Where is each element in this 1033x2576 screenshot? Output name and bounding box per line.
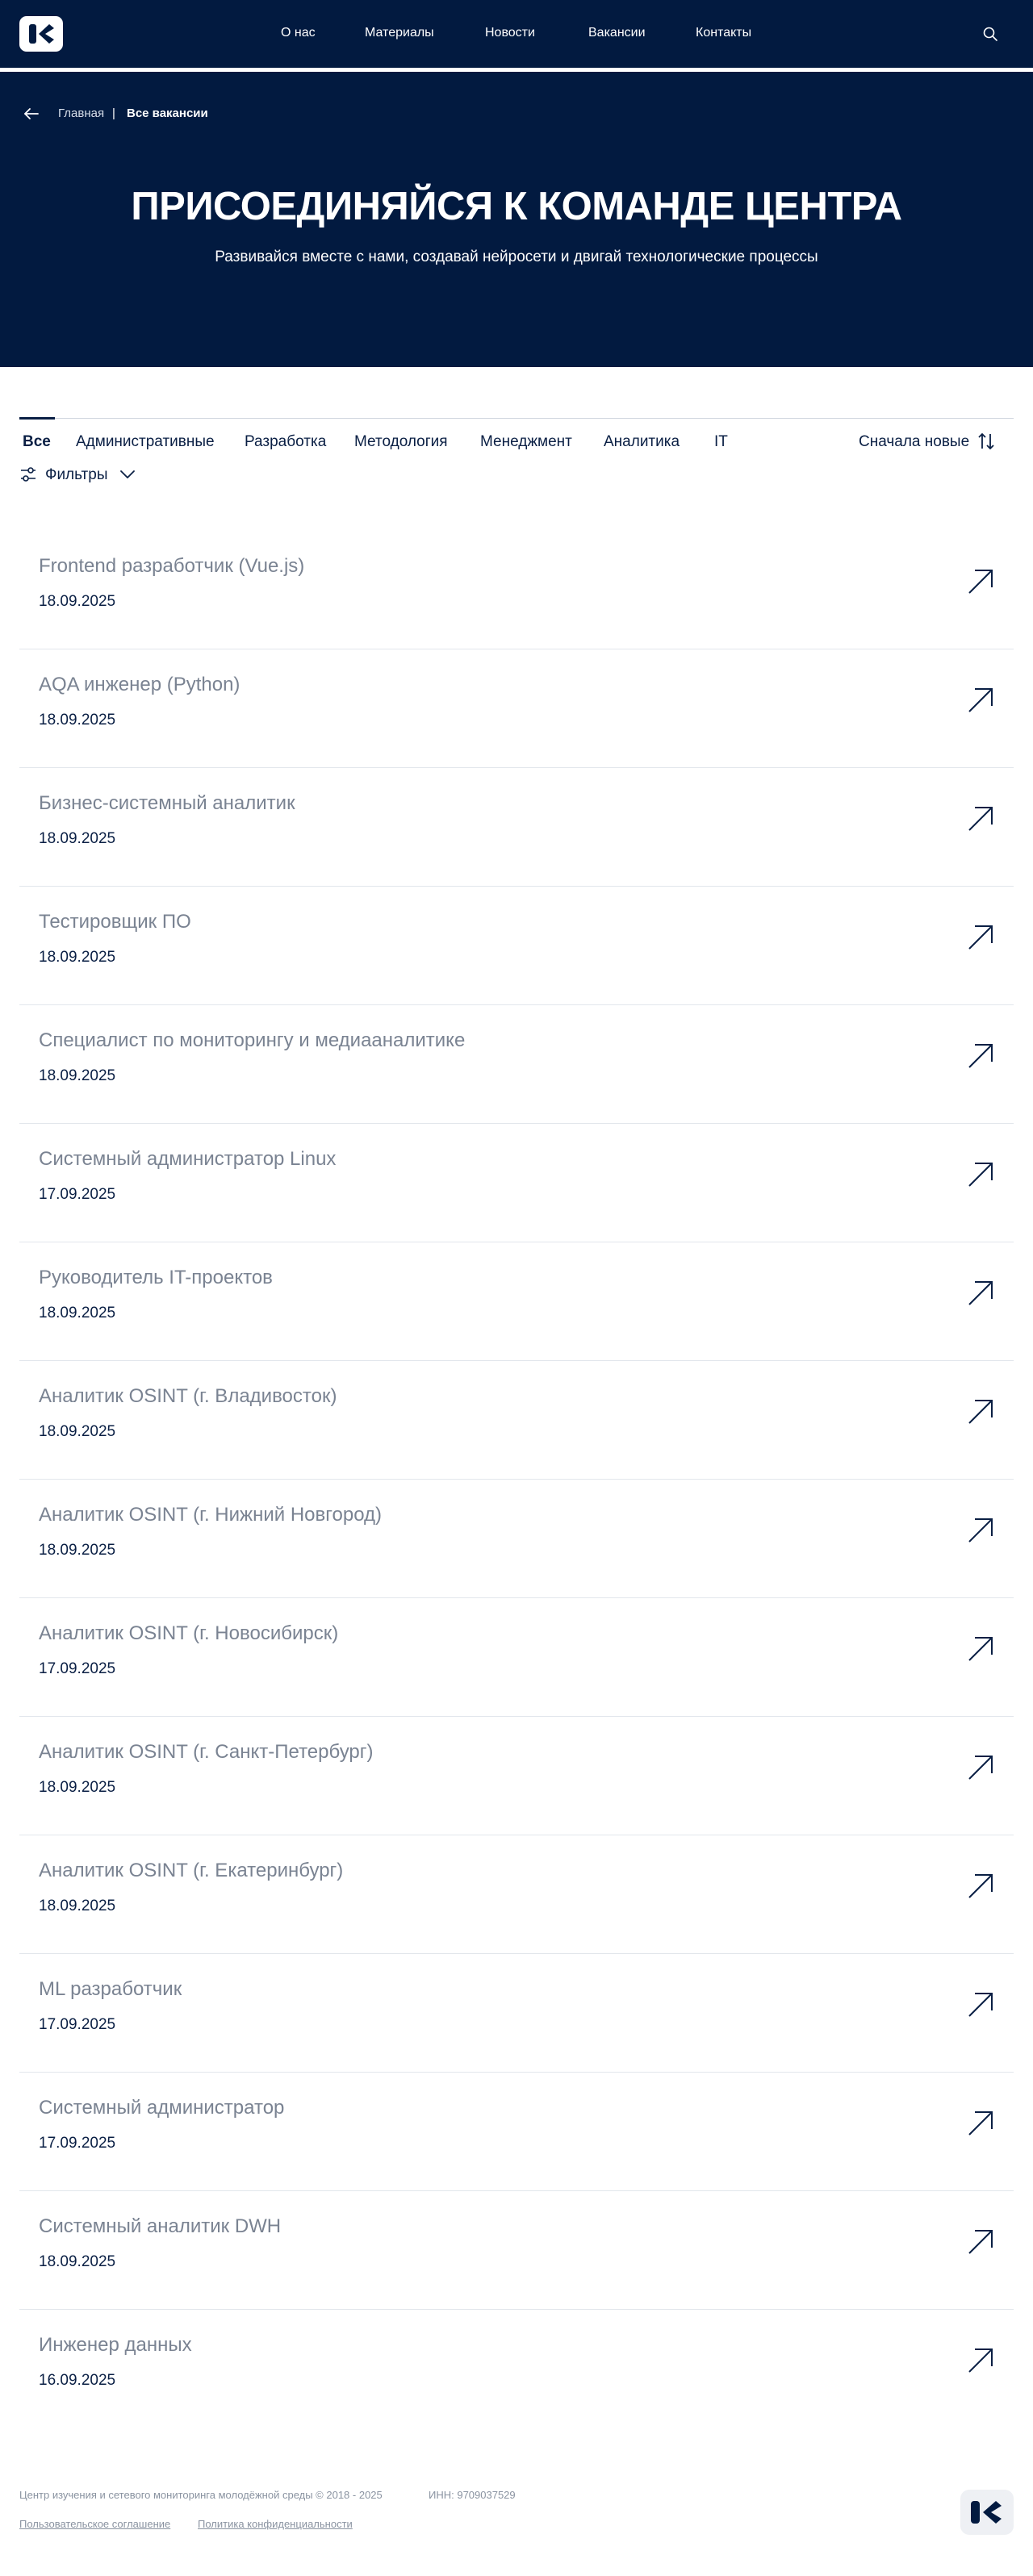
arrow-up-right-icon[interactable] xyxy=(965,1752,996,1783)
vacancy-date: 18.09.2025 xyxy=(39,593,116,610)
tab-it[interactable]: IT xyxy=(714,433,728,451)
vacancy-item[interactable]: Аналитик OSINT (г. Новосибирск) 17.09.20… xyxy=(19,1598,1014,1717)
nav-materials[interactable]: Материалы xyxy=(365,26,434,40)
arrow-up-right-icon[interactable] xyxy=(965,1515,996,1546)
arrow-up-right-icon[interactable] xyxy=(965,566,996,597)
arrow-up-right-icon[interactable] xyxy=(965,1989,996,2020)
arrow-up-right-icon[interactable] xyxy=(965,1041,996,1071)
arrow-up-right-icon[interactable] xyxy=(965,1397,996,1427)
back-arrow-icon[interactable] xyxy=(23,105,40,123)
vacancy-title[interactable]: Аналитик OSINT (г. Владивосток) xyxy=(39,1385,337,1408)
vacancy-date: 17.09.2025 xyxy=(39,1660,116,1677)
vacancy-item[interactable]: Аналитик OSINT (г. Санкт-Петербург) 18.0… xyxy=(19,1717,1014,1835)
vacancy-title[interactable]: Системный аналитик DWH xyxy=(39,2215,281,2238)
footer-logo[interactable] xyxy=(960,2490,1014,2535)
tab-methodology[interactable]: Методология xyxy=(354,433,448,451)
vacancy-title[interactable]: Аналитик OSINT (г. Новосибирск) xyxy=(39,1622,338,1645)
arrow-up-right-icon[interactable] xyxy=(965,2108,996,2139)
arrow-up-right-icon[interactable] xyxy=(965,2345,996,2376)
vacancy-title[interactable]: Инженер данных xyxy=(39,2334,192,2357)
vacancy-date: 18.09.2025 xyxy=(39,1305,116,1321)
tab-analytics[interactable]: Аналитика xyxy=(604,433,680,451)
chevron-down-icon[interactable] xyxy=(119,468,136,481)
vacancy-title[interactable]: Frontend разработчик (Vue.js) xyxy=(39,555,304,578)
footer-copyright: Центр изучения и сетевого мониторинга мо… xyxy=(19,2489,383,2501)
tab-all[interactable]: Все xyxy=(23,433,51,451)
logo-k-icon xyxy=(971,2501,1002,2524)
vacancy-date: 16.09.2025 xyxy=(39,2372,116,2389)
footer-user-agreement-link[interactable]: Пользовательское соглашение xyxy=(19,2518,170,2530)
vacancy-item[interactable]: Бизнес-системный аналитик 18.09.2025 xyxy=(19,768,1014,887)
breadcrumb-current: Все вакансии xyxy=(127,106,208,120)
vacancy-date: 17.09.2025 xyxy=(39,1186,116,1203)
tab-management[interactable]: Менеджмент xyxy=(480,433,572,451)
vacancy-date: 18.09.2025 xyxy=(39,1898,116,1914)
vacancy-item[interactable]: Аналитик OSINT (г. Нижний Новгород) 18.0… xyxy=(19,1480,1014,1598)
tab-development[interactable]: Разработка xyxy=(245,433,326,451)
vacancy-item[interactable]: Тестировщик ПО 18.09.2025 xyxy=(19,887,1014,1005)
arrow-up-right-icon[interactable] xyxy=(965,1871,996,1902)
nav-contacts[interactable]: Контакты xyxy=(696,26,751,40)
vacancy-title[interactable]: Системный администратор Linux xyxy=(39,1148,336,1171)
vacancy-title[interactable]: Специалист по мониторингу и медиааналити… xyxy=(39,1029,465,1052)
sliders-icon[interactable] xyxy=(19,466,37,483)
tabs-border xyxy=(19,418,1014,419)
filters-toggle[interactable]: Фильтры xyxy=(45,466,107,484)
vacancy-date: 18.09.2025 xyxy=(39,1779,116,1796)
page-subtitle: Развивайся вместе с нами, создавай нейро… xyxy=(215,248,818,265)
vacancy-item[interactable]: Системный аналитик DWH 18.09.2025 xyxy=(19,2191,1014,2310)
vacancy-date: 18.09.2025 xyxy=(39,830,116,847)
vacancy-item[interactable]: Специалист по мониторингу и медиааналити… xyxy=(19,1005,1014,1124)
vacancy-item[interactable]: Аналитик OSINT (г. Владивосток) 18.09.20… xyxy=(19,1361,1014,1480)
vacancy-title[interactable]: Системный администратор xyxy=(39,2097,284,2119)
search-icon[interactable] xyxy=(982,26,998,42)
vacancy-title[interactable]: Аналитик OSINT (г. Екатеринбург) xyxy=(39,1860,343,1882)
arrow-up-right-icon[interactable] xyxy=(965,685,996,716)
vacancy-item[interactable]: ML разработчик 17.09.2025 xyxy=(19,1954,1014,2073)
vacancy-title[interactable]: Тестировщик ПО xyxy=(39,911,191,933)
arrow-up-right-icon[interactable] xyxy=(965,1278,996,1309)
vacancy-title[interactable]: AQA инженер (Python) xyxy=(39,674,240,696)
vacancy-title[interactable]: Аналитик OSINT (г. Нижний Новгород) xyxy=(39,1504,382,1526)
vacancy-date: 18.09.2025 xyxy=(39,949,116,966)
nav-vacancies[interactable]: Вакансии xyxy=(588,26,646,40)
vacancy-title[interactable]: Бизнес-системный аналитик xyxy=(39,792,295,815)
vacancy-date: 17.09.2025 xyxy=(39,2016,116,2033)
vacancy-item[interactable]: AQA инженер (Python) 18.09.2025 xyxy=(19,649,1014,768)
footer-inn: ИНН: 9709037529 xyxy=(429,2489,516,2501)
arrow-up-right-icon[interactable] xyxy=(965,1634,996,1664)
vacancy-title[interactable]: Аналитик OSINT (г. Санкт-Петербург) xyxy=(39,1741,374,1764)
footer-privacy-policy-link[interactable]: Политика конфиденциальности xyxy=(198,2518,353,2530)
tab-administrative[interactable]: Административные xyxy=(76,433,215,451)
sort-icon[interactable] xyxy=(977,431,996,452)
nav-about[interactable]: О нас xyxy=(281,26,316,40)
vacancy-date: 18.09.2025 xyxy=(39,1423,116,1440)
vacancy-item[interactable]: Системный администратор Linux 17.09.2025 xyxy=(19,1124,1014,1242)
sort-select[interactable]: Сначала новые xyxy=(859,433,969,451)
arrow-up-right-icon[interactable] xyxy=(965,922,996,953)
vacancy-date: 18.09.2025 xyxy=(39,1067,116,1084)
active-tab-indicator xyxy=(19,417,55,420)
arrow-up-right-icon[interactable] xyxy=(965,804,996,834)
vacancy-date: 18.09.2025 xyxy=(39,712,116,729)
nav-news[interactable]: Новости xyxy=(485,26,535,40)
breadcrumb-home[interactable]: Главная xyxy=(58,106,104,120)
page-title: ПРИСОЕДИНЯЙСЯ К КОМАНДЕ ЦЕНТРА xyxy=(131,185,902,228)
vacancy-item[interactable]: Руководитель IT-проектов 18.09.2025 xyxy=(19,1242,1014,1361)
breadcrumb-separator: | xyxy=(112,106,115,120)
vacancy-item[interactable]: Аналитик OSINT (г. Екатеринбург) 18.09.2… xyxy=(19,1835,1014,1954)
vacancy-date: 17.09.2025 xyxy=(39,2135,116,2152)
arrow-up-right-icon[interactable] xyxy=(965,2227,996,2257)
vacancy-item[interactable]: Системный администратор 17.09.2025 xyxy=(19,2073,1014,2191)
vacancy-title[interactable]: ML разработчик xyxy=(39,1978,182,2001)
vacancy-item[interactable]: Инженер данных 16.09.2025 xyxy=(19,2310,1014,2428)
vacancy-item[interactable]: Frontend разработчик (Vue.js) 18.09.2025 xyxy=(19,531,1014,649)
vacancy-date: 18.09.2025 xyxy=(39,2253,116,2270)
site-header: О нас Материалы Новости Вакансии Контакт… xyxy=(0,0,1033,69)
vacancy-title[interactable]: Руководитель IT-проектов xyxy=(39,1267,273,1289)
vacancy-date: 18.09.2025 xyxy=(39,1542,116,1559)
main-nav: О нас Материалы Новости Вакансии Контакт… xyxy=(0,0,1033,68)
arrow-up-right-icon[interactable] xyxy=(965,1159,996,1190)
